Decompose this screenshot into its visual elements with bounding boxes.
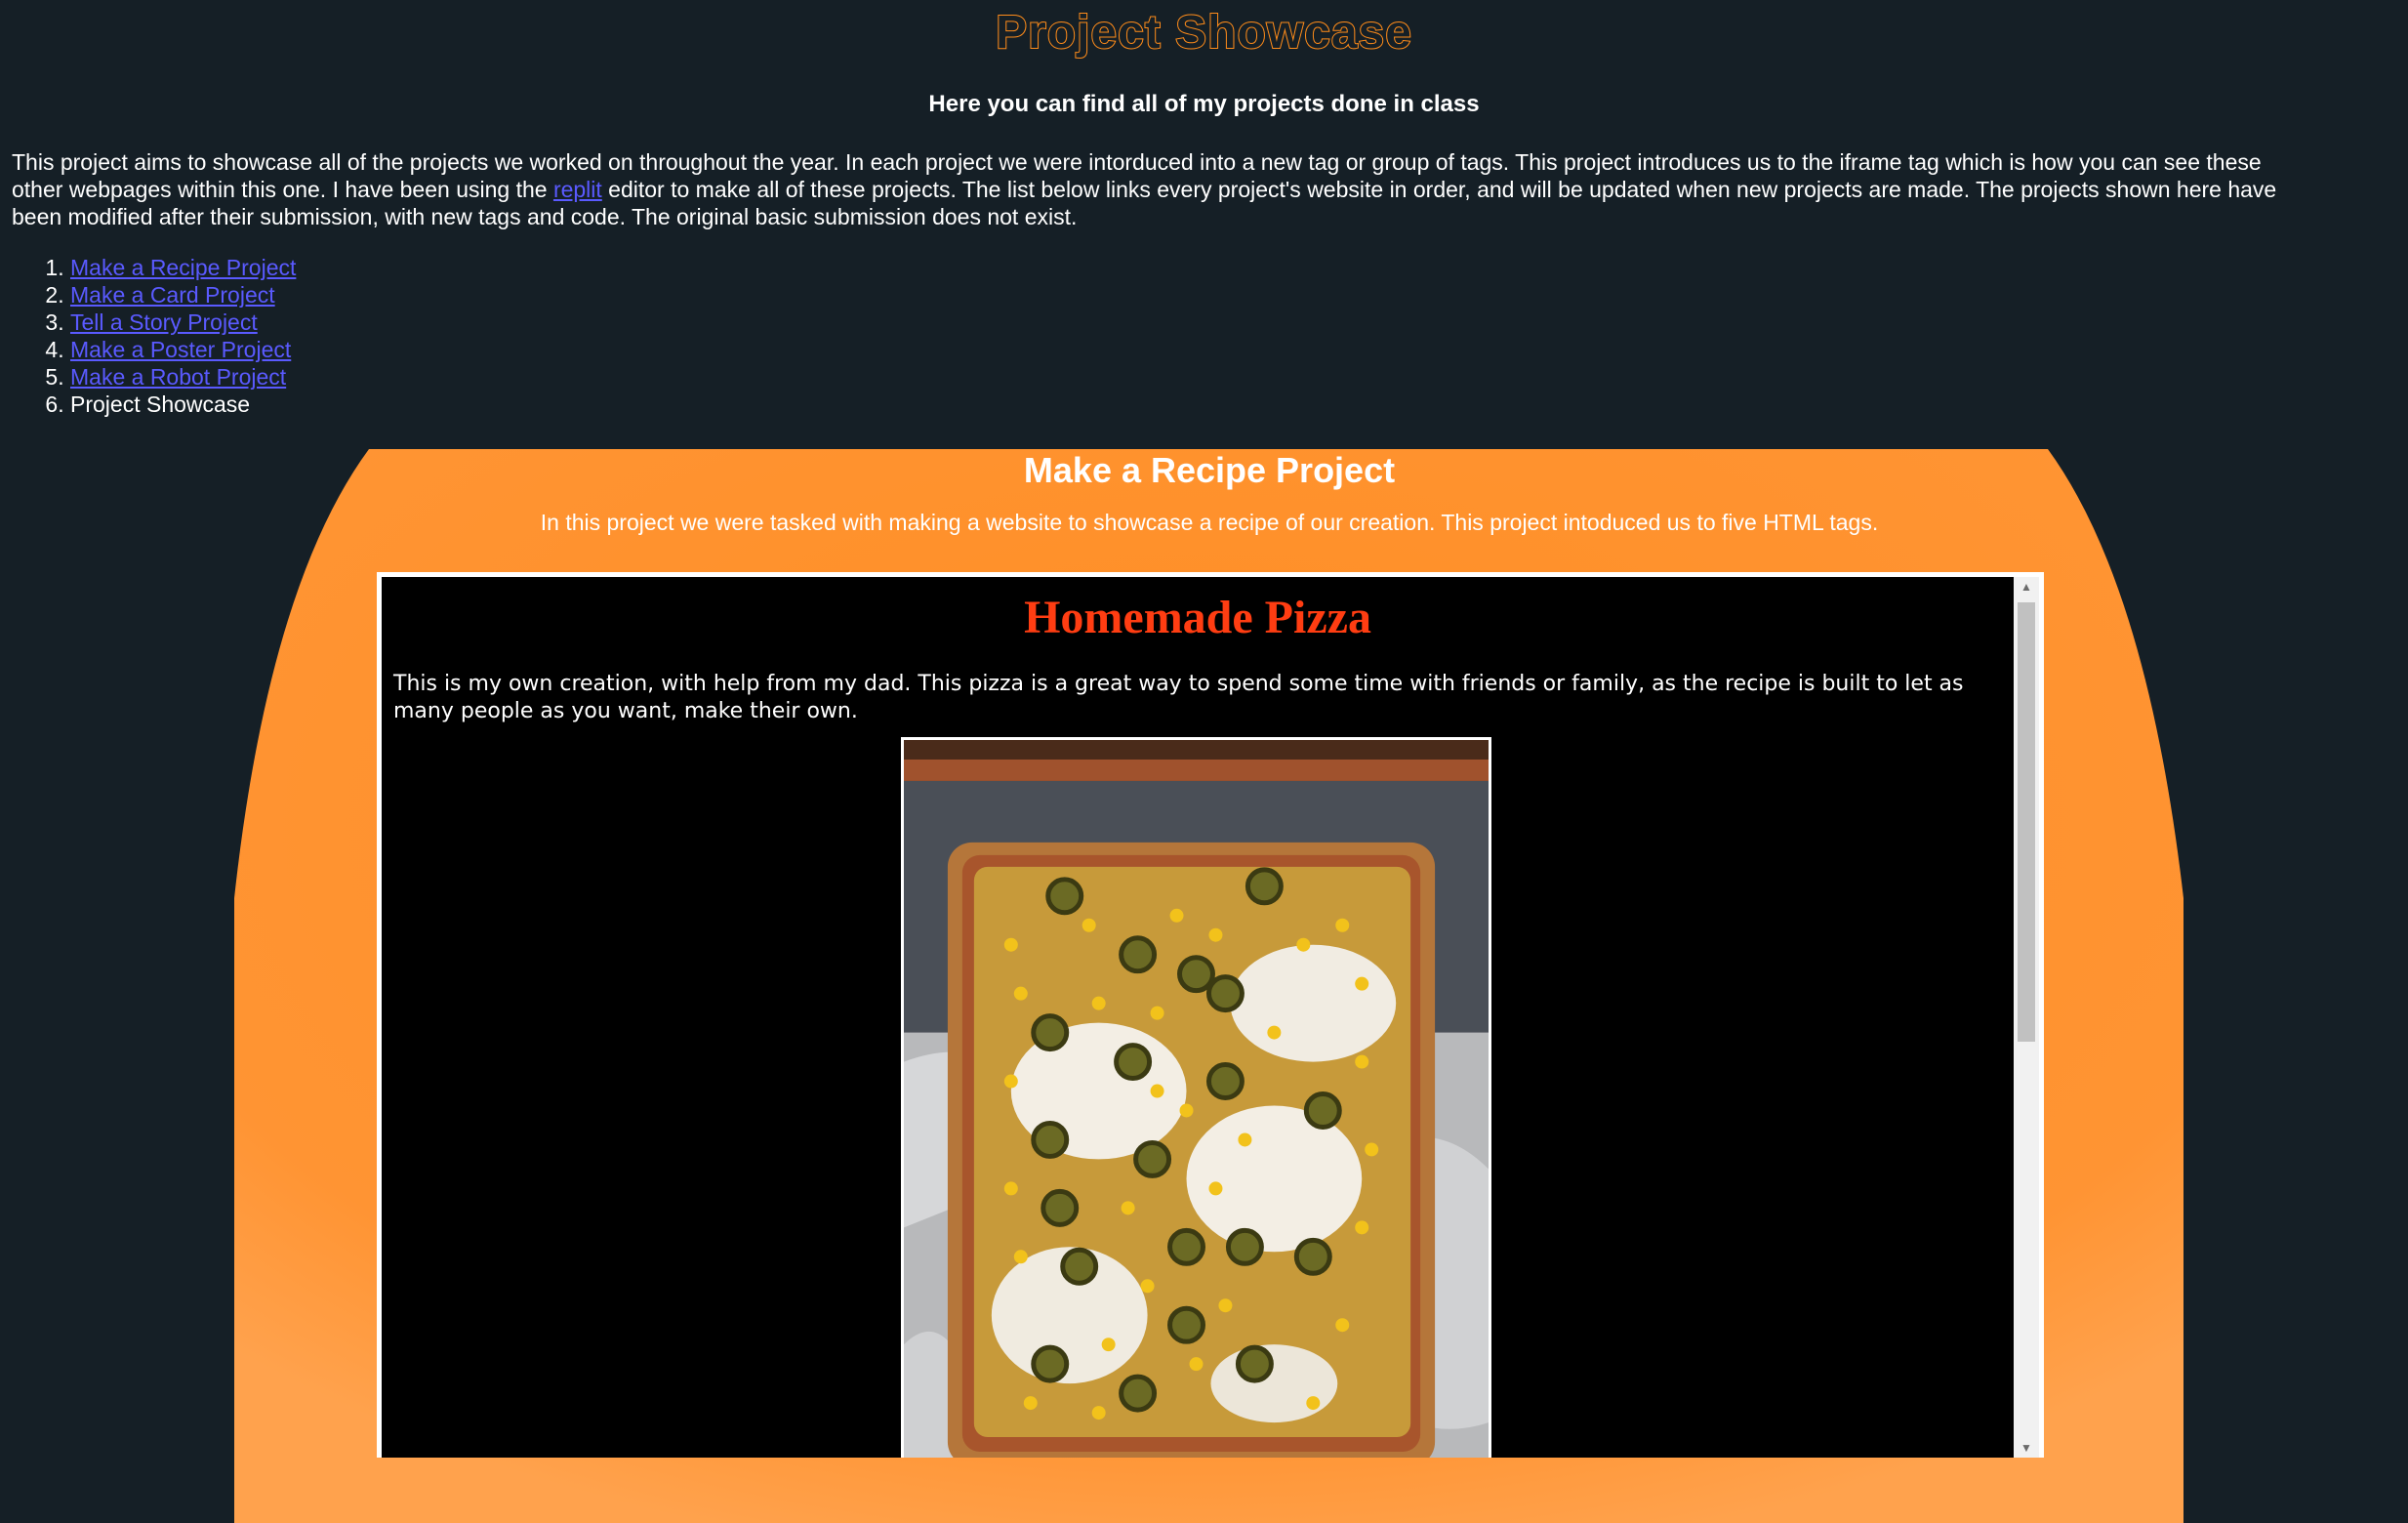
list-item-current: Project Showcase [70, 391, 2408, 418]
pizza-photo [901, 737, 1491, 1458]
showcase-card-description: In this project we were tasked with maki… [540, 510, 1879, 535]
page-subtitle: Here you can find all of my projects don… [928, 91, 1480, 117]
intro-text: editor to make all of these projects. Th… [601, 177, 2277, 202]
iframe-viewport[interactable]: Homemade Pizza This is my own creation, … [382, 577, 2014, 1458]
project-link-story[interactable]: Tell a Story Project [70, 309, 258, 335]
intro-line-1: This project aims to showcase all of the… [12, 149, 2262, 175]
showcase-card-title: Make a Recipe Project [1023, 450, 1396, 490]
page-title: Project Showcase [995, 6, 1412, 60]
list-item: Tell a Story Project [70, 309, 2408, 336]
scroll-down-arrow-icon[interactable]: ▼ [2014, 1438, 2039, 1458]
pizza-image [904, 740, 1489, 1458]
list-item: Make a Recipe Project [70, 254, 2408, 281]
project-link-poster[interactable]: Make a Poster Project [70, 337, 291, 362]
project-list: Make a Recipe Project Make a Card Projec… [0, 254, 2408, 418]
intro-line-3: been modified after their submission, wi… [12, 204, 1078, 229]
scroll-up-arrow-icon[interactable]: ▲ [2014, 577, 2039, 597]
intro-text: other webpages within this one. I have b… [12, 177, 553, 202]
replit-link[interactable]: replit [553, 177, 602, 202]
list-item: Make a Poster Project [70, 336, 2408, 363]
recipe-description: This is my own creation, with help from … [393, 672, 1964, 723]
recipe-title: Homemade Pizza [1024, 592, 1371, 643]
scroll-thumb[interactable] [2018, 602, 2035, 1042]
project-link-robot[interactable]: Make a Robot Project [70, 364, 286, 390]
intro-paragraph: This project aims to showcase all of the… [0, 148, 2408, 230]
list-item: Make a Card Project [70, 281, 2408, 309]
showcase-card-content: Make a Recipe Project In this project we… [234, 449, 2184, 537]
iframe-scrollbar[interactable]: ▲ ▼ [2014, 577, 2039, 1458]
list-item: Make a Robot Project [70, 363, 2408, 391]
project-link-card[interactable]: Make a Card Project [70, 282, 275, 308]
project-iframe[interactable]: Homemade Pizza This is my own creation, … [377, 572, 2044, 1458]
project-link-recipe[interactable]: Make a Recipe Project [70, 255, 296, 280]
project-current-label: Project Showcase [70, 391, 251, 417]
intro-line-2: other webpages within this one. I have b… [12, 176, 2396, 203]
